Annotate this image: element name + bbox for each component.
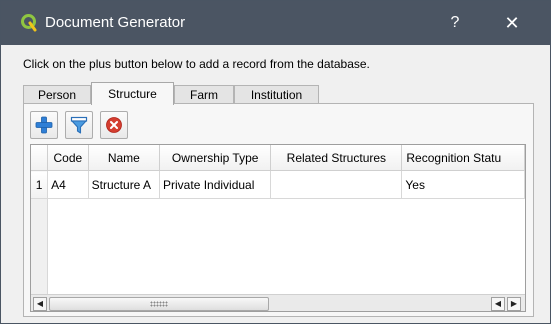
cell-name[interactable]: Structure A: [87, 170, 161, 199]
filter-button[interactable]: [65, 111, 93, 139]
cell-code[interactable]: A4: [47, 170, 89, 199]
window-title: Document Generator: [45, 14, 186, 31]
scrollbar-thumb[interactable]: [49, 297, 269, 311]
plus-icon: [35, 116, 53, 134]
cell-recognition-status[interactable]: Yes: [401, 170, 525, 199]
instruction-text: Click on the plus button below to add a …: [23, 57, 370, 71]
tab-farm[interactable]: Farm: [174, 85, 234, 104]
tab-person[interactable]: Person: [23, 85, 91, 104]
scroll-left-arrow[interactable]: ◀: [33, 297, 47, 311]
column-header-code[interactable]: Code: [47, 145, 89, 171]
table-header-row: Code Name Ownership Type Related Structu…: [31, 145, 525, 171]
row-number[interactable]: 1: [31, 170, 49, 199]
help-button[interactable]: ?: [441, 9, 469, 37]
title-bar[interactable]: Document Generator ? ✕: [1, 1, 550, 45]
scroll-left-arrow-end[interactable]: ◀: [491, 297, 505, 311]
scroll-right-arrow[interactable]: ▶: [507, 297, 521, 311]
qgis-logo-icon: [21, 14, 37, 32]
remove-record-button[interactable]: [100, 111, 128, 139]
cell-ownership-type[interactable]: Private Individual: [159, 170, 272, 199]
structure-tab-panel: Code Name Ownership Type Related Structu…: [23, 103, 534, 317]
remove-icon: [106, 117, 122, 133]
tab-institution[interactable]: Institution: [234, 85, 319, 104]
horizontal-scrollbar[interactable]: ◀ ◀ ▶: [31, 294, 525, 311]
column-header-related-structures[interactable]: Related Structures: [270, 145, 403, 171]
filter-icon: [70, 116, 88, 134]
dialog-window: Document Generator ? ✕ Click on the plus…: [0, 0, 551, 324]
column-header-name[interactable]: Name: [87, 145, 161, 171]
row-header-strip: [31, 199, 48, 294]
scrollbar-grip-icon: [150, 301, 168, 307]
column-header-recognition-status[interactable]: Recognition Statu: [401, 145, 525, 171]
tab-structure[interactable]: Structure: [91, 82, 174, 105]
column-header-ownership-type[interactable]: Ownership Type: [159, 145, 272, 171]
add-record-button[interactable]: [30, 111, 58, 139]
table-row[interactable]: 1 A4 Structure A Private Individual Yes: [31, 170, 525, 199]
cell-related-structures[interactable]: [270, 170, 403, 199]
corner-header[interactable]: [31, 145, 49, 171]
records-table[interactable]: Code Name Ownership Type Related Structu…: [30, 144, 526, 312]
close-button[interactable]: ✕: [497, 9, 527, 37]
